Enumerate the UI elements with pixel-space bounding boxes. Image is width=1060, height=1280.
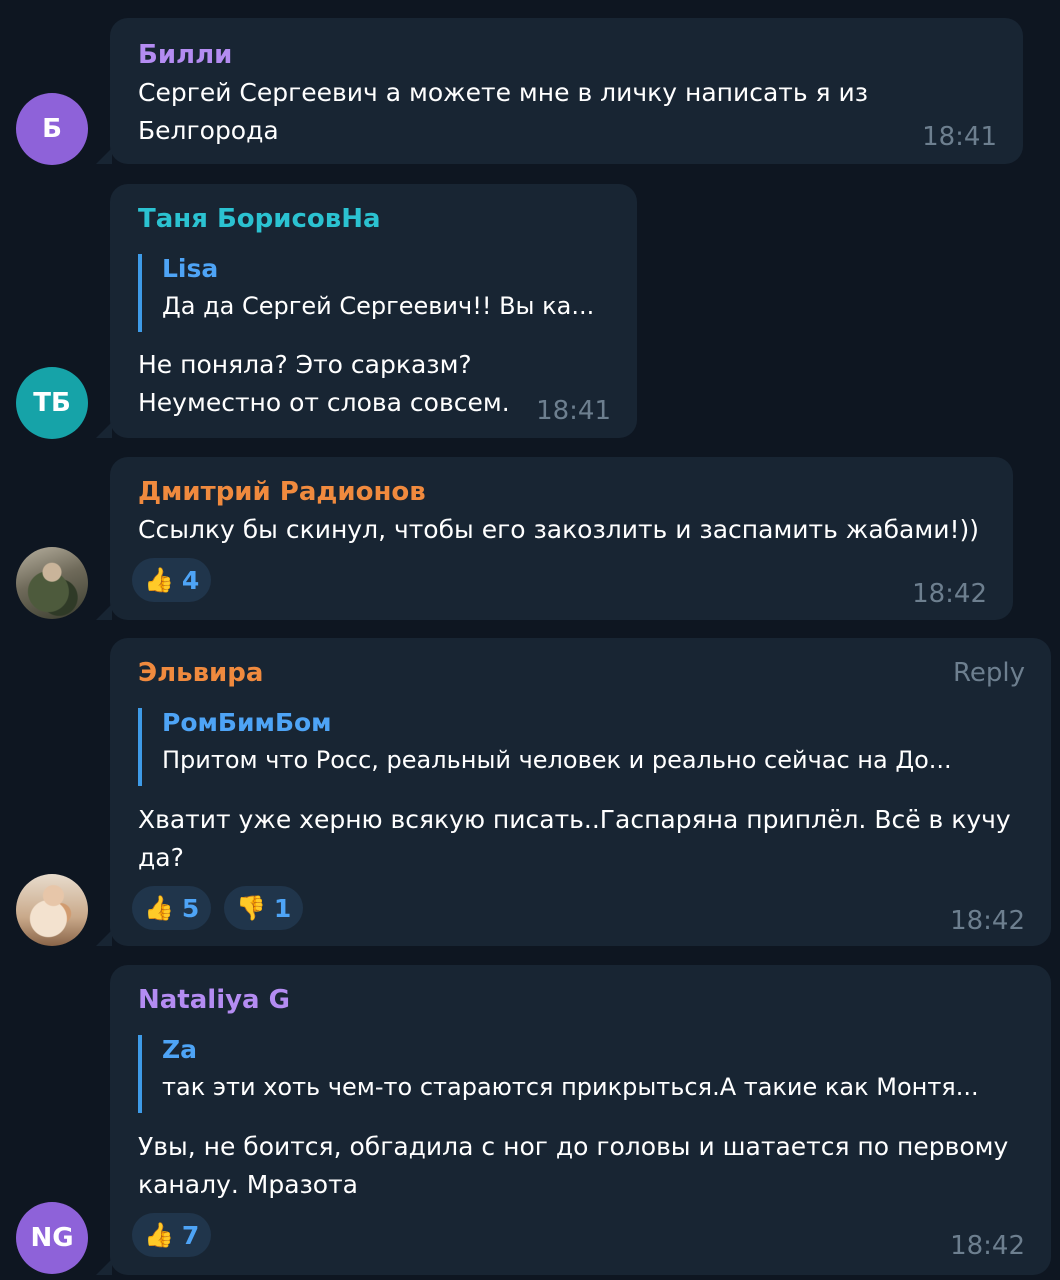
avatar[interactable]: ТБ	[16, 367, 88, 439]
avatar-initials: Б	[42, 114, 62, 144]
message-bubble[interactable]: Таня БорисовНа Lisa Да да Сергей Сергеев…	[96, 184, 637, 438]
message-bubble[interactable]: Эльвира Reply РомБимБом Притом что Росс,…	[96, 638, 1051, 946]
reaction-thumbs-up[interactable]: 👍 4	[132, 558, 212, 602]
reaction-thumbs-up[interactable]: 👍 7	[132, 1213, 212, 1257]
quote-author: Lisa	[162, 254, 219, 283]
message-author[interactable]: Nataliya G	[138, 985, 290, 1015]
message-bubble[interactable]: Дмитрий Радионов Ссылку бы скинул, чтобы…	[96, 457, 1013, 620]
reaction-count: 4	[181, 565, 200, 595]
message-author[interactable]: Дмитрий Радионов	[138, 477, 426, 507]
thumbs-up-icon: 👍	[144, 1221, 174, 1249]
quote-text: так эти хоть чем-то стараются прикрыться…	[162, 1073, 979, 1101]
reply-quote[interactable]: Lisa Да да Сергей Сергеевич!! Вы ка...	[138, 254, 618, 332]
message-time: 18:41	[536, 396, 611, 426]
message-bubble[interactable]: Nataliya G Za так эти хоть чем-то стараю…	[96, 965, 1051, 1275]
message-text-line-2: каналу. Мразота	[138, 1170, 358, 1199]
avatar-initials: NG	[30, 1223, 74, 1253]
reaction-count: 5	[181, 893, 200, 923]
message-text-line-1: Сергей Сергеевич а можете мне в личку на…	[138, 78, 869, 107]
thumbs-up-icon: 👍	[144, 894, 174, 922]
message-bubble[interactable]: Билли Сергей Сергеевич а можете мне в ли…	[96, 18, 1023, 164]
avatar[interactable]: NG	[16, 1202, 88, 1274]
thumbs-down-icon: 👎	[236, 894, 266, 922]
message-text-line-2: да?	[138, 843, 184, 872]
avatar[interactable]	[16, 547, 88, 619]
avatar[interactable]	[16, 874, 88, 946]
message-text-line-1: Ссылку бы скинул, чтобы его закозлить и …	[138, 515, 980, 544]
quote-author: Za	[162, 1035, 197, 1064]
message-text-line-1: Не поняла? Это сарказм?	[138, 350, 472, 379]
message-text-line-1: Увы, не боится, обгадила с ног до головы…	[138, 1132, 1009, 1161]
reply-quote[interactable]: Za так эти хоть чем-то стараются прикрыт…	[138, 1035, 1018, 1113]
message-author[interactable]: Билли	[138, 40, 232, 70]
message-time: 18:42	[950, 906, 1025, 936]
message-text-line-2: Неуместно от слова совсем.	[138, 388, 510, 417]
message-time: 18:41	[922, 122, 997, 152]
message-text-line-1: Хватит уже херню всякую писать..Гаспарян…	[138, 805, 1011, 834]
quote-text: Да да Сергей Сергеевич!! Вы ка...	[162, 292, 595, 320]
avatar-initials: ТБ	[33, 388, 71, 418]
reaction-thumbs-down[interactable]: 👎 1	[224, 886, 304, 930]
message-time: 18:42	[950, 1231, 1025, 1261]
reply-button[interactable]: Reply	[953, 658, 1025, 688]
avatar[interactable]: Б	[16, 93, 88, 165]
quote-author: РомБимБом	[162, 708, 332, 737]
thumbs-up-icon: 👍	[144, 566, 174, 594]
quote-text: Притом что Росс, реальный человек и реал…	[162, 746, 952, 774]
message-time: 18:42	[912, 579, 987, 609]
message-author[interactable]: Таня БорисовНа	[138, 204, 381, 234]
reply-quote[interactable]: РомБимБом Притом что Росс, реальный чело…	[138, 708, 1018, 786]
reaction-count: 7	[181, 1220, 200, 1250]
reaction-thumbs-up[interactable]: 👍 5	[132, 886, 212, 930]
message-text-line-2: Белгорода	[138, 116, 279, 145]
message-author[interactable]: Эльвира	[138, 658, 263, 688]
reaction-count: 1	[273, 893, 292, 923]
